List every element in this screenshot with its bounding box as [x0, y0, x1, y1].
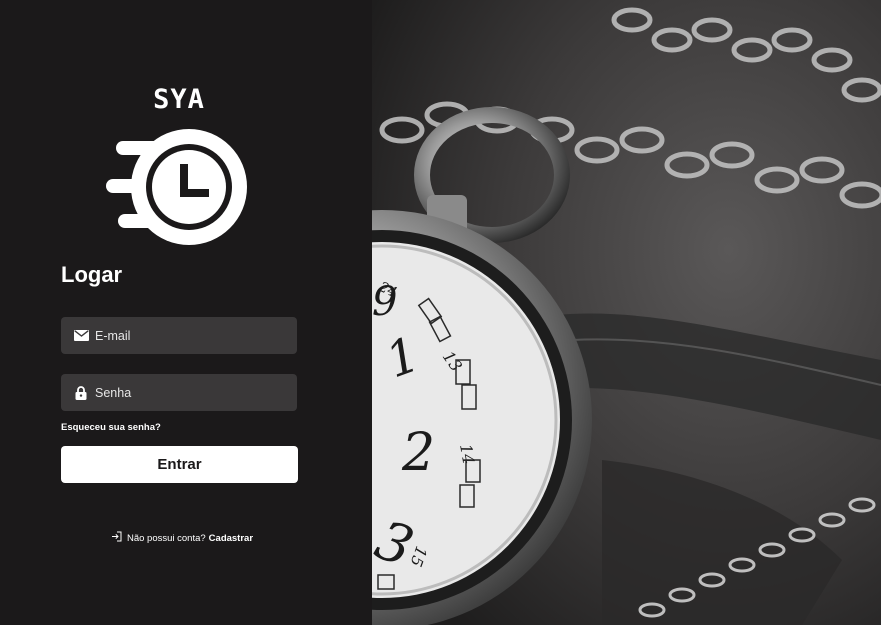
signup-prompt: Não possui conta? Cadastrar	[0, 531, 372, 545]
login-panel: SYA Logar E-mail Esqueceu sua senha? Ent…	[0, 0, 372, 625]
email-input[interactable]	[95, 317, 297, 354]
pocket-watch-photo: 1 2 3 9 13 14 15 24	[372, 0, 881, 625]
page-title: Logar	[61, 262, 123, 287]
password-input[interactable]	[95, 374, 297, 411]
email-field[interactable]	[61, 317, 297, 354]
brand-wordmark: SYA	[153, 84, 205, 115]
lock-icon	[73, 385, 89, 401]
login-screen: SYA Logar E-mail Esqueceu sua senha? Ent…	[0, 0, 881, 625]
clock-logo-icon	[106, 129, 247, 245]
sign-in-icon	[111, 531, 122, 545]
login-button[interactable]: Entrar	[61, 446, 298, 483]
password-field[interactable]	[61, 374, 297, 411]
svg-text:2: 2	[401, 423, 435, 483]
signup-question: Não possui conta?	[126, 532, 206, 544]
hero-image: 1 2 3 9 13 14 15 24	[372, 0, 881, 625]
envelope-icon	[73, 328, 89, 344]
forgot-password-link[interactable]: Esqueceu sua senha?	[61, 422, 161, 433]
signup-link[interactable]: Cadastrar	[209, 533, 253, 544]
svg-text:14: 14	[456, 442, 478, 465]
